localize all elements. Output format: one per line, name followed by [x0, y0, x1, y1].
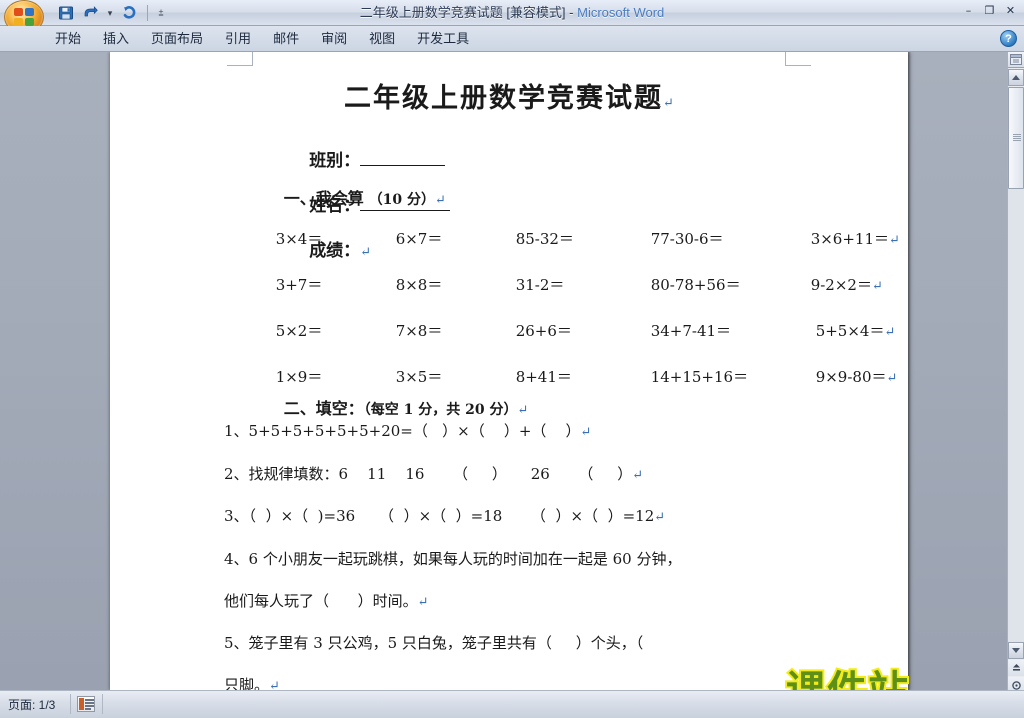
doc-title: 二年级上册数学竞赛试题↵ [110, 76, 908, 115]
status-separator [70, 694, 71, 714]
fill-item: 2、找规律填数：6 11 16 （ ） 26 （ ）↵ [224, 463, 884, 484]
word-application-window: ▾ ⩲ 二年级上册数学竞赛试题 [兼容模式] - Microsoft Word … [0, 0, 1024, 718]
tab-view[interactable]: 视图 [358, 27, 406, 51]
pilcrow-icon: ↵ [884, 325, 896, 340]
window-title-app: Microsoft Word [577, 5, 665, 20]
double-up-arrow-icon [1012, 663, 1020, 671]
section2-points: （每空 1 分，共 20 分） [363, 402, 518, 418]
pilcrow-icon: ↵ [269, 679, 280, 690]
window-title-separator: - [565, 5, 578, 20]
tab-review[interactable]: 审阅 [310, 27, 358, 51]
save-icon [59, 6, 73, 20]
fill-item-text: 他们每人玩了（ ）时间。 [224, 592, 418, 610]
undo-button[interactable] [79, 3, 101, 23]
arith-cell: 7×8＝ [395, 322, 443, 340]
vertical-scrollbar[interactable] [1007, 52, 1024, 710]
browse-object-circle-icon [1011, 680, 1021, 690]
chevron-down-icon [1012, 648, 1020, 653]
title-bar: ▾ ⩲ 二年级上册数学竞赛试题 [兼容模式] - Microsoft Word … [0, 0, 1024, 34]
qat-separator [147, 5, 148, 21]
split-box-icon[interactable] [1008, 52, 1024, 68]
previous-page-button[interactable] [1008, 660, 1024, 676]
arith-cell: 85-32＝ [515, 230, 574, 248]
close-button[interactable]: ✕ [1001, 2, 1020, 19]
redo-button[interactable] [119, 3, 141, 23]
fill-item-text: 只脚。 [224, 676, 270, 690]
scrollbar-thumb[interactable] [1008, 87, 1024, 189]
pilcrow-icon: ↵ [654, 510, 666, 525]
section1-heading-text: 一、我会算 [283, 189, 364, 208]
arith-cell: 26+6＝ [515, 322, 572, 340]
arith-cell: 9-2×2＝ [810, 276, 872, 294]
status-bar: 页面: 1/3 [0, 690, 1024, 718]
status-page-number[interactable]: 页面: 1/3 [8, 696, 55, 713]
section1-points: （10 分） [368, 192, 435, 208]
pilcrow-icon: ↵ [663, 96, 674, 111]
fill-item: 5、笼子里有 3 只公鸡，5 只白兔，笼子里共有（ ）个头，（ [224, 632, 944, 653]
arith-cell: 80-78+56＝ [650, 276, 741, 294]
arith-cell: 77-30-6＝ [650, 230, 724, 248]
restore-button[interactable]: ❐ [980, 2, 999, 19]
minimize-button[interactable]: – [959, 2, 978, 19]
help-icon[interactable]: ? [1000, 30, 1017, 47]
pilcrow-icon: ↵ [434, 193, 446, 208]
fill-item: 4、6 个小朋友一起玩跳棋，如果每人玩的时间加在一起是 60 分钟， [224, 548, 924, 569]
scrollbar-track[interactable] [1008, 87, 1024, 642]
page-right-shadow [908, 52, 911, 690]
fill-item: 3、（ ）×（ )=36 （ ）×（ ）=18 （ ）×（ ）=12↵ [224, 505, 884, 526]
scrollbar-grip-icon [1013, 134, 1021, 141]
arith-cell: 5×2＝ [275, 322, 323, 340]
arith-cell: 6×7＝ [395, 230, 443, 248]
quick-access-toolbar: ▾ ⩲ [52, 2, 171, 24]
document-content: 二年级上册数学竞赛试题↵ 班别： 姓名： 成绩：↵ 一、我会算 （10 分）↵ … [110, 52, 908, 690]
tab-page-layout[interactable]: 页面布局 [140, 27, 214, 51]
pilcrow-icon: ↵ [871, 279, 883, 294]
fill-item-text: 5、笼子里有 3 只公鸡，5 只白兔，笼子里共有（ ）个头，（ [224, 634, 644, 652]
tab-developer[interactable]: 开发工具 [406, 27, 480, 51]
customize-qat-icon[interactable]: ⩲ [154, 3, 168, 23]
scroll-down-button[interactable] [1008, 642, 1024, 659]
pilcrow-icon: ↵ [889, 233, 900, 248]
pilcrow-icon: ↵ [517, 403, 529, 418]
fill-item-text: 3、（ ）×（ )=36 （ ）×（ ）=18 （ ）×（ ）=12 [224, 507, 655, 525]
undo-icon [84, 6, 98, 17]
pilcrow-icon: ↵ [580, 425, 592, 440]
status-separator [102, 694, 103, 714]
redo-icon [123, 6, 136, 19]
fill-item-text: 4、6 个小朋友一起玩跳棋，如果每人玩的时间加在一起是 60 分钟， [224, 550, 682, 568]
ribbon-tab-bar: 开始 插入 页面布局 引用 邮件 审阅 视图 开发工具 ? [0, 26, 1024, 52]
arith-cell: 5+5×4＝ [815, 322, 885, 340]
document-page[interactable]: 二年级上册数学竞赛试题↵ 班别： 姓名： 成绩：↵ 一、我会算 （10 分）↵ … [110, 52, 908, 690]
arith-cell: 3×4＝ [275, 230, 323, 248]
arith-cell: 31-2＝ [515, 276, 565, 294]
ribbon-tabs: 开始 插入 页面布局 引用 邮件 审阅 视图 开发工具 [44, 26, 480, 52]
fill-item-text: 1、5+5+5+5+5+5+20=（ ）×（ ）+（ ） [224, 422, 581, 440]
class-blank [360, 153, 446, 166]
fill-item: 1、5+5+5+5+5+5+20=（ ）×（ ）+（ ）↵ [224, 420, 884, 441]
tab-home[interactable]: 开始 [44, 27, 92, 51]
pilcrow-icon: ↵ [632, 468, 644, 483]
fill-item-text: 2、找规律填数：6 11 16 （ ） 26 （ ） [224, 465, 633, 483]
chevron-up-icon [1012, 75, 1020, 80]
document-work-area: 二年级上册数学竞赛试题↵ 班别： 姓名： 成绩：↵ 一、我会算 （10 分）↵ … [0, 52, 1024, 690]
undo-dropdown-icon[interactable]: ▾ [103, 3, 117, 23]
window-controls: – ❐ ✕ [959, 2, 1020, 19]
tab-mailings[interactable]: 邮件 [262, 27, 310, 51]
pilcrow-icon: ↵ [417, 595, 429, 610]
fill-item-continuation: 他们每人玩了（ ）时间。↵ [224, 590, 884, 611]
pilcrow-icon: ↵ [886, 371, 898, 386]
section2-heading-text: 二、填空： [283, 399, 364, 418]
arith-cell: 34+7-41＝ [650, 322, 732, 340]
window-title-document: 二年级上册数学竞赛试题 [兼容模式] [359, 5, 566, 20]
arith-cell: 3×6+11＝ [810, 230, 889, 248]
scroll-up-button[interactable] [1008, 69, 1024, 86]
document-map-icon[interactable] [77, 696, 95, 712]
arith-cell: 8×8＝ [395, 276, 443, 294]
save-button[interactable] [55, 3, 77, 23]
fill-item-continuation: 只脚。↵ [224, 674, 884, 690]
arith-cell: 3+7＝ [275, 276, 323, 294]
doc-title-text: 二年级上册数学竞赛试题 [344, 83, 664, 114]
tab-references[interactable]: 引用 [214, 27, 262, 51]
tab-insert[interactable]: 插入 [92, 27, 140, 51]
